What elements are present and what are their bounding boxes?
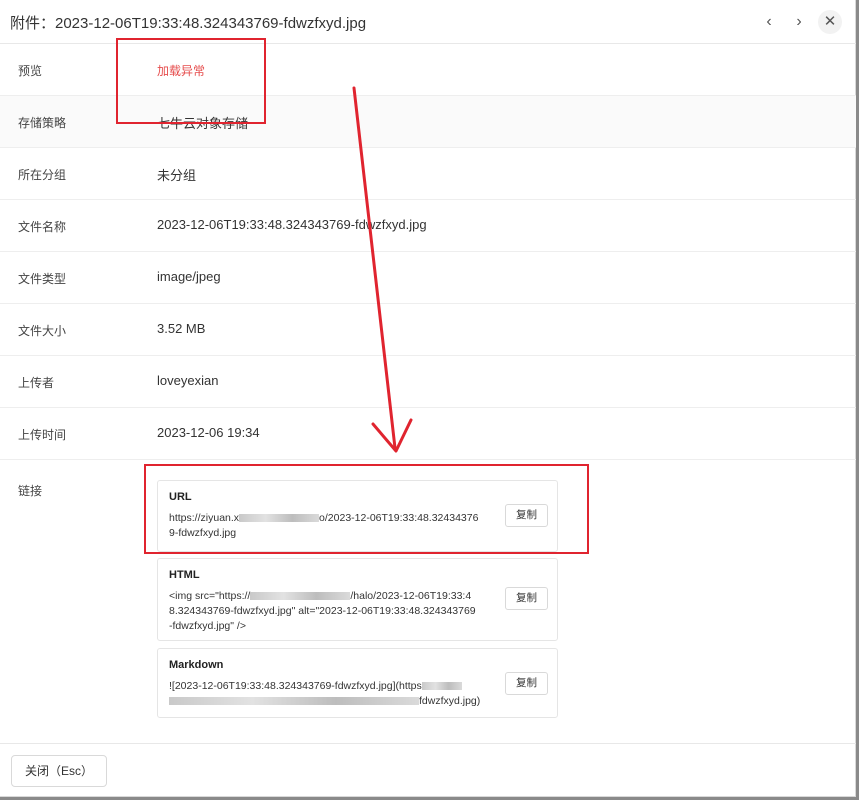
annotation-arrow-icon (352, 86, 413, 453)
